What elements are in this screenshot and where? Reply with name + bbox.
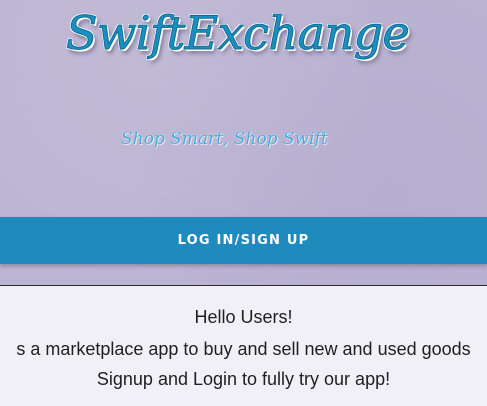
greeting-text: Hello Users!: [194, 307, 293, 327]
tagline: Shop Smart, Shop Swift: [121, 129, 328, 149]
hero-banner: SwiftExchange Shop Smart, Shop Swift LOG…: [0, 0, 487, 285]
intro-section: Hello Users! s a marketplace app to buy …: [0, 286, 487, 406]
login-signup-button[interactable]: LOG IN/SIGN UP: [0, 217, 487, 264]
call-to-action-text: Signup and Login to fully try our app!: [96, 369, 391, 389]
app-logo: SwiftExchange: [65, 6, 410, 61]
description-text: s a marketplace app to buy and sell new …: [16, 339, 471, 359]
